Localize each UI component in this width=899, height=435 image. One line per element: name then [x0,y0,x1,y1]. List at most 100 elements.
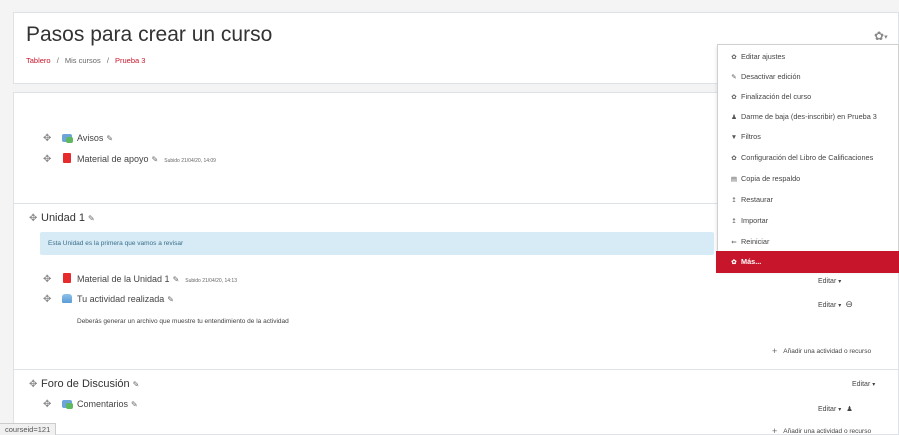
activity-name[interactable]: Avisos [77,133,103,143]
gear-icon: ✿ [731,155,737,162]
move-icon[interactable]: ✥ [29,213,41,224]
reset-icon: ⇐ [731,239,737,246]
menu-item-label: Más... [741,257,762,266]
section-title[interactable]: Foro de Discusión [41,378,130,390]
add-activity-label: Añadir una actividad o recurso [783,348,872,355]
activity-avisos[interactable]: ✥ Avisos ✎ [43,133,113,144]
section-foro-discusion: ✥ Foro de Discusión ✎ [29,378,139,390]
breadcrumb-dashboard[interactable]: Tablero [26,56,51,65]
menu-item-copia-respaldo[interactable]: ▤ Copia de respaldo [718,170,898,188]
chevron-down-icon: ▾ [838,407,842,413]
forum-icon [62,134,73,143]
menu-item-finalizacion-curso[interactable]: ✿ Finalización del curso [718,88,898,106]
section-summary: Esta Unidad es la primera que vamos a re… [40,232,714,255]
move-icon[interactable]: ✥ [43,133,55,144]
pdf-icon [63,153,71,163]
activity-tu-actividad[interactable]: ✥ Tu actividad realizada ✎ [43,294,174,305]
menu-item-darme-de-baja[interactable]: ♟ Darme de baja (des-inscribir) en Prueba… [718,108,898,126]
pencil-icon[interactable]: ✎ [167,295,174,304]
pencil-icon[interactable]: ✎ [131,400,138,409]
course-actions-menu: ✿ Editar ajustes ✎ Desactivar edición ✿ Fin… [716,44,899,273]
menu-item-editar-ajustes[interactable]: ✿ Editar ajustes [718,48,898,66]
filter-icon: ▼ [730,134,738,141]
menu-item-label: Editar ajustes [741,52,786,61]
edit-menu-button[interactable]: Editar ▾ [818,278,841,285]
assignment-icon [62,294,72,303]
activity-material-apoyo[interactable]: ✥ Material de apoyo ✎ Subido 21/04/20, 14:0… [43,153,216,165]
menu-item-restaurar[interactable]: ↥ Restaurar [718,191,898,209]
pencil-icon[interactable]: ✎ [173,275,180,284]
chevron-down-icon: ▾ [838,279,842,285]
chevron-down-icon: ▾ [872,382,876,388]
gear-icon: ✿ [731,54,737,61]
section-divider [13,369,899,370]
pencil-icon: ✎ [731,74,737,81]
move-icon[interactable]: ✥ [43,274,55,285]
plus-icon: + [772,426,778,435]
page-title: Pasos para crear un curso [26,23,273,46]
activity-name[interactable]: Comentarios [77,399,128,409]
upload-info: Subido 21/04/20, 14:13 [185,278,237,284]
menu-item-label: Reiniciar [741,237,770,246]
move-icon[interactable]: ✥ [29,379,41,390]
menu-item-label: Copia de respaldo [741,174,801,183]
menu-item-importar[interactable]: ↥ Importar [718,212,898,230]
edit-label: Editar [818,302,837,309]
menu-item-reiniciar[interactable]: ⇐ Reiniciar [718,233,898,251]
pencil-icon[interactable]: ✎ [88,214,95,223]
edit-label: Editar [818,278,837,285]
chevron-down-icon: ▾ [884,34,888,41]
menu-item-label: Desactivar edición [741,72,801,81]
group-mode-icon[interactable]: ⊖ [845,299,853,309]
activity-description: Deberás generar un archivo que muestre t… [77,318,289,325]
gear-icon: ✿ [731,94,737,101]
user-icon[interactable]: ♟ [846,406,852,413]
activity-name[interactable]: Tu actividad realizada [77,294,164,304]
edit-menu-button[interactable]: Editar ▾ [852,381,875,388]
course-actions-gear-icon[interactable]: ✿▾ [874,30,894,42]
activity-name[interactable]: Material de apoyo [77,154,149,164]
breadcrumb: Tablero / Mis cursos / Prueba 3 [26,56,145,65]
status-bar: courseid=121 [0,423,57,435]
forum-icon [62,400,73,409]
menu-item-label: Darme de baja (des-inscribir) en Prueba … [741,112,877,121]
activity-comentarios[interactable]: ✥ Comentarios ✎ [43,399,138,410]
activity-material-unidad-1[interactable]: ✥ Material de la Unidad 1 ✎ Subido 21/04/20… [43,273,237,285]
edit-label: Editar [852,381,871,388]
menu-item-label: Finalización del curso [741,92,812,101]
breadcrumb-course[interactable]: Prueba 3 [115,56,145,65]
edit-menu-button[interactable]: Editar ▾ ♟ [818,405,853,413]
plus-icon: + [772,346,778,356]
add-activity-button[interactable]: + Añadir una actividad o recurso [772,346,871,356]
edit-label: Editar [818,406,837,413]
chevron-down-icon: ▾ [838,303,842,309]
menu-item-label: Restaurar [741,195,774,204]
menu-item-mas[interactable]: ✿ Más... [716,251,899,273]
activity-name[interactable]: Material de la Unidad 1 [77,274,170,284]
menu-item-label: Importar [741,216,769,225]
pdf-icon [63,273,71,283]
upload-icon: ↥ [731,218,737,225]
gear-icon: ✿ [731,259,737,266]
pencil-icon[interactable]: ✎ [152,155,159,164]
user-icon: ♟ [731,114,737,121]
breadcrumb-separator: / [56,56,59,65]
menu-item-filtros[interactable]: ▼ Filtros [718,128,898,146]
upload-icon: ↥ [731,197,737,204]
move-icon[interactable]: ✥ [43,294,55,305]
add-activity-button[interactable]: + Añadir una actividad o recurso [772,426,871,435]
section-title[interactable]: Unidad 1 [41,212,85,224]
menu-item-label: Filtros [741,132,761,141]
menu-item-label: Configuración del Libro de Calificacione… [741,153,874,162]
file-icon: ▤ [730,176,738,183]
pencil-icon[interactable]: ✎ [106,134,113,143]
move-icon[interactable]: ✥ [43,399,55,410]
edit-menu-button[interactable]: Editar ▾ ⊖ [818,299,853,310]
add-activity-label: Añadir una actividad o recurso [783,428,872,435]
move-icon[interactable]: ✥ [43,154,55,165]
upload-info: Subido 21/04/20, 14:09 [164,158,216,164]
menu-item-desactivar-edicion[interactable]: ✎ Desactivar edición [718,68,898,86]
menu-item-config-calificaciones[interactable]: ✿ Configuración del Libro de Calificacion… [718,149,898,167]
breadcrumb-my-courses[interactable]: Mis cursos [65,56,101,65]
pencil-icon[interactable]: ✎ [133,380,140,389]
